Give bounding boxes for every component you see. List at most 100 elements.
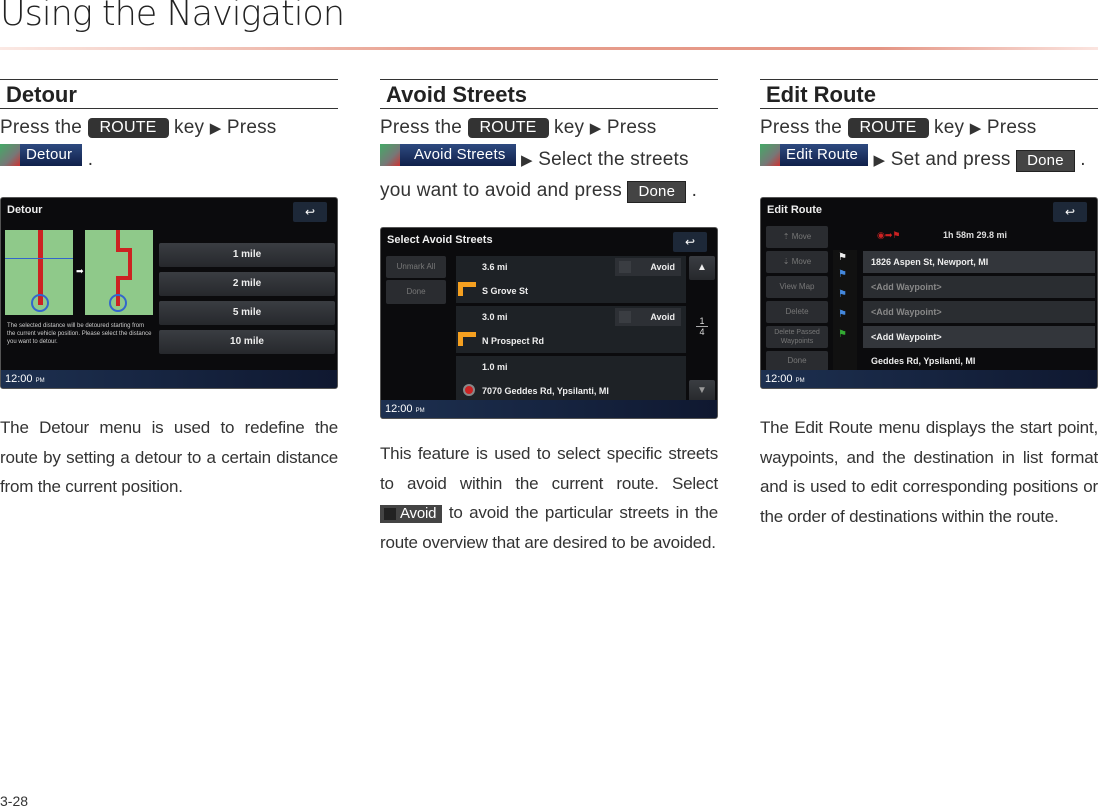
route-summary: 1h 58m 29.8 mi [943, 230, 1008, 240]
option-2-mile[interactable]: 2 mile [159, 272, 335, 296]
label: Move [791, 257, 812, 266]
back-button[interactable]: ↩ [293, 202, 327, 222]
street: 7070 Geddes Rd, Ypsilanti, MI [482, 386, 609, 396]
destination-icon [463, 384, 475, 396]
title-divider [0, 47, 1098, 50]
arrow-icon: ▶ [589, 120, 602, 137]
clock: 12:00 [5, 373, 33, 385]
text: Press [986, 117, 1037, 138]
route-summary-icon: ◉➡⚑ [877, 230, 901, 240]
avoid-streets-screen: Select Avoid Streets ↩ Unmark All Done 3… [380, 227, 718, 419]
route-point-row[interactable]: <Add Waypoint> [863, 276, 1095, 298]
info-text: The selected distance will be detoured s… [7, 323, 152, 345]
screen-title: Edit Route [767, 204, 822, 216]
avoid-button-label: Avoid [380, 505, 443, 523]
section-heading: Detour [0, 79, 338, 109]
avoid-streets-section: Avoid Streets Press the ROUTE key ▶ Pres… [380, 79, 718, 552]
avoid-toggle[interactable]: Avoid [615, 258, 681, 276]
section-heading: Avoid Streets [380, 79, 718, 109]
arrow-icon: ▶ [521, 152, 533, 169]
route-row[interactable]: 3.0 mi N Prospect Rd Avoid [456, 306, 686, 353]
back-button[interactable]: ↩ [673, 232, 707, 252]
view-map-button[interactable]: View Map [766, 276, 828, 298]
description: The Detour menu is used to redefine the … [0, 418, 338, 496]
text: This feature is used to select specific … [380, 444, 718, 493]
instruction: Press the ROUTE key ▶ Press Edit Route ▶… [760, 113, 1098, 176]
screen-title: Select Avoid Streets [387, 234, 493, 246]
edit-route-menu-button: Edit Route [760, 144, 869, 166]
route-key: ROUTE [847, 118, 929, 138]
scroll-up-button[interactable]: ▲ [689, 256, 715, 280]
text: Select [671, 473, 718, 493]
text: . [1080, 149, 1086, 170]
arrow-icon: ▶ [209, 120, 222, 137]
route-row[interactable]: 1.0 mi 7070 Geddes Rd, Ypsilanti, MI [456, 356, 686, 402]
status-bar: 12:00 PM [1, 370, 337, 388]
arrow-icon: ▶ [873, 152, 886, 169]
move-up-button[interactable]: ⇡ Move [766, 226, 828, 248]
text: . [691, 180, 698, 201]
option-1-mile[interactable]: 1 mile [159, 243, 335, 267]
page-total: 4 [696, 326, 708, 337]
status-bar: 12:00 PM [761, 370, 1097, 388]
text: Press [226, 117, 277, 138]
label: Avoid [650, 262, 675, 272]
option-10-mile[interactable]: 10 mile [159, 330, 335, 354]
delete-button[interactable]: Delete [766, 301, 828, 323]
route-row[interactable]: 3.6 mi S Grove St Avoid [456, 256, 686, 303]
description: This feature is used to select specific … [380, 439, 718, 557]
detour-section: Detour Press the ROUTE key ▶ Press Detou… [0, 79, 338, 496]
page-number: 3-28 [0, 793, 29, 809]
label: Detour [26, 146, 73, 163]
screen-title: Detour [7, 204, 43, 216]
option-5-mile[interactable]: 5 mile [159, 301, 335, 325]
clock-ampm: PM [795, 378, 805, 384]
label: Edit Route [786, 146, 859, 163]
scroll-down-button[interactable]: ▼ [689, 380, 715, 402]
avoid-streets-menu-button: Avoid Streets [380, 144, 516, 166]
description: The Edit Route menu displays the start p… [760, 418, 1098, 526]
distance: 3.0 mi [482, 312, 508, 322]
edit-route-section: Edit Route Press the ROUTE key ▶ Press E… [760, 79, 1098, 526]
route-key: ROUTE [467, 118, 549, 138]
avoid-streets-icon [380, 144, 400, 166]
avoid-toggle[interactable]: Avoid [615, 308, 681, 326]
delete-passed-waypoints-button[interactable]: Delete Passed Waypoints [766, 326, 828, 348]
edit-route-icon [760, 144, 780, 166]
done-button-label: Done [1016, 150, 1075, 172]
unmark-all-button[interactable]: Unmark All [386, 256, 446, 278]
page-indicator: 14 [696, 316, 708, 337]
distance: 1.0 mi [482, 362, 508, 372]
text: key [174, 117, 205, 138]
text: Press the [0, 117, 83, 138]
instruction: Press the ROUTE key ▶ Press Avoid Street… [380, 113, 718, 206]
instruction: Press the ROUTE key ▶ Press Detour . [0, 113, 338, 175]
text: key [554, 117, 585, 138]
detour-screen: Detour ↩ ➡ The selected distance will be… [0, 197, 338, 389]
label: Avoid Streets [414, 146, 506, 163]
text: key [934, 117, 965, 138]
checkbox [619, 261, 631, 273]
page-title: Using the Navigation [0, 0, 345, 34]
move-down-button[interactable]: ⇣ Move [766, 251, 828, 273]
done-button[interactable]: Done [766, 351, 828, 371]
done-button[interactable]: Done [386, 280, 446, 304]
text: Press [606, 117, 657, 138]
clock-ampm: PM [415, 408, 425, 414]
clock: 12:00 [385, 403, 413, 415]
arrow-icon: ▶ [969, 120, 982, 137]
checkbox [619, 311, 631, 323]
status-bar: 12:00 PM [381, 400, 717, 418]
route-point-row[interactable]: Geddes Rd, Ypsilanti, MI [863, 351, 1095, 371]
edit-route-screen: Edit Route ↩ ⇡ Move ⇣ Move View Map Dele… [760, 197, 1098, 389]
back-button[interactable]: ↩ [1053, 202, 1087, 222]
route-point-row[interactable]: <Add Waypoint> [863, 326, 1095, 348]
distance: 3.6 mi [482, 262, 508, 272]
turn-icon [458, 282, 476, 296]
text: Press the [380, 117, 463, 138]
route-point-row[interactable]: <Add Waypoint> [863, 301, 1095, 323]
page-current: 1 [699, 316, 705, 326]
done-button-label: Done [627, 181, 687, 203]
route-point-row[interactable]: 1826 Aspen St, Newport, MI [863, 251, 1095, 273]
route-key: ROUTE [87, 118, 169, 138]
